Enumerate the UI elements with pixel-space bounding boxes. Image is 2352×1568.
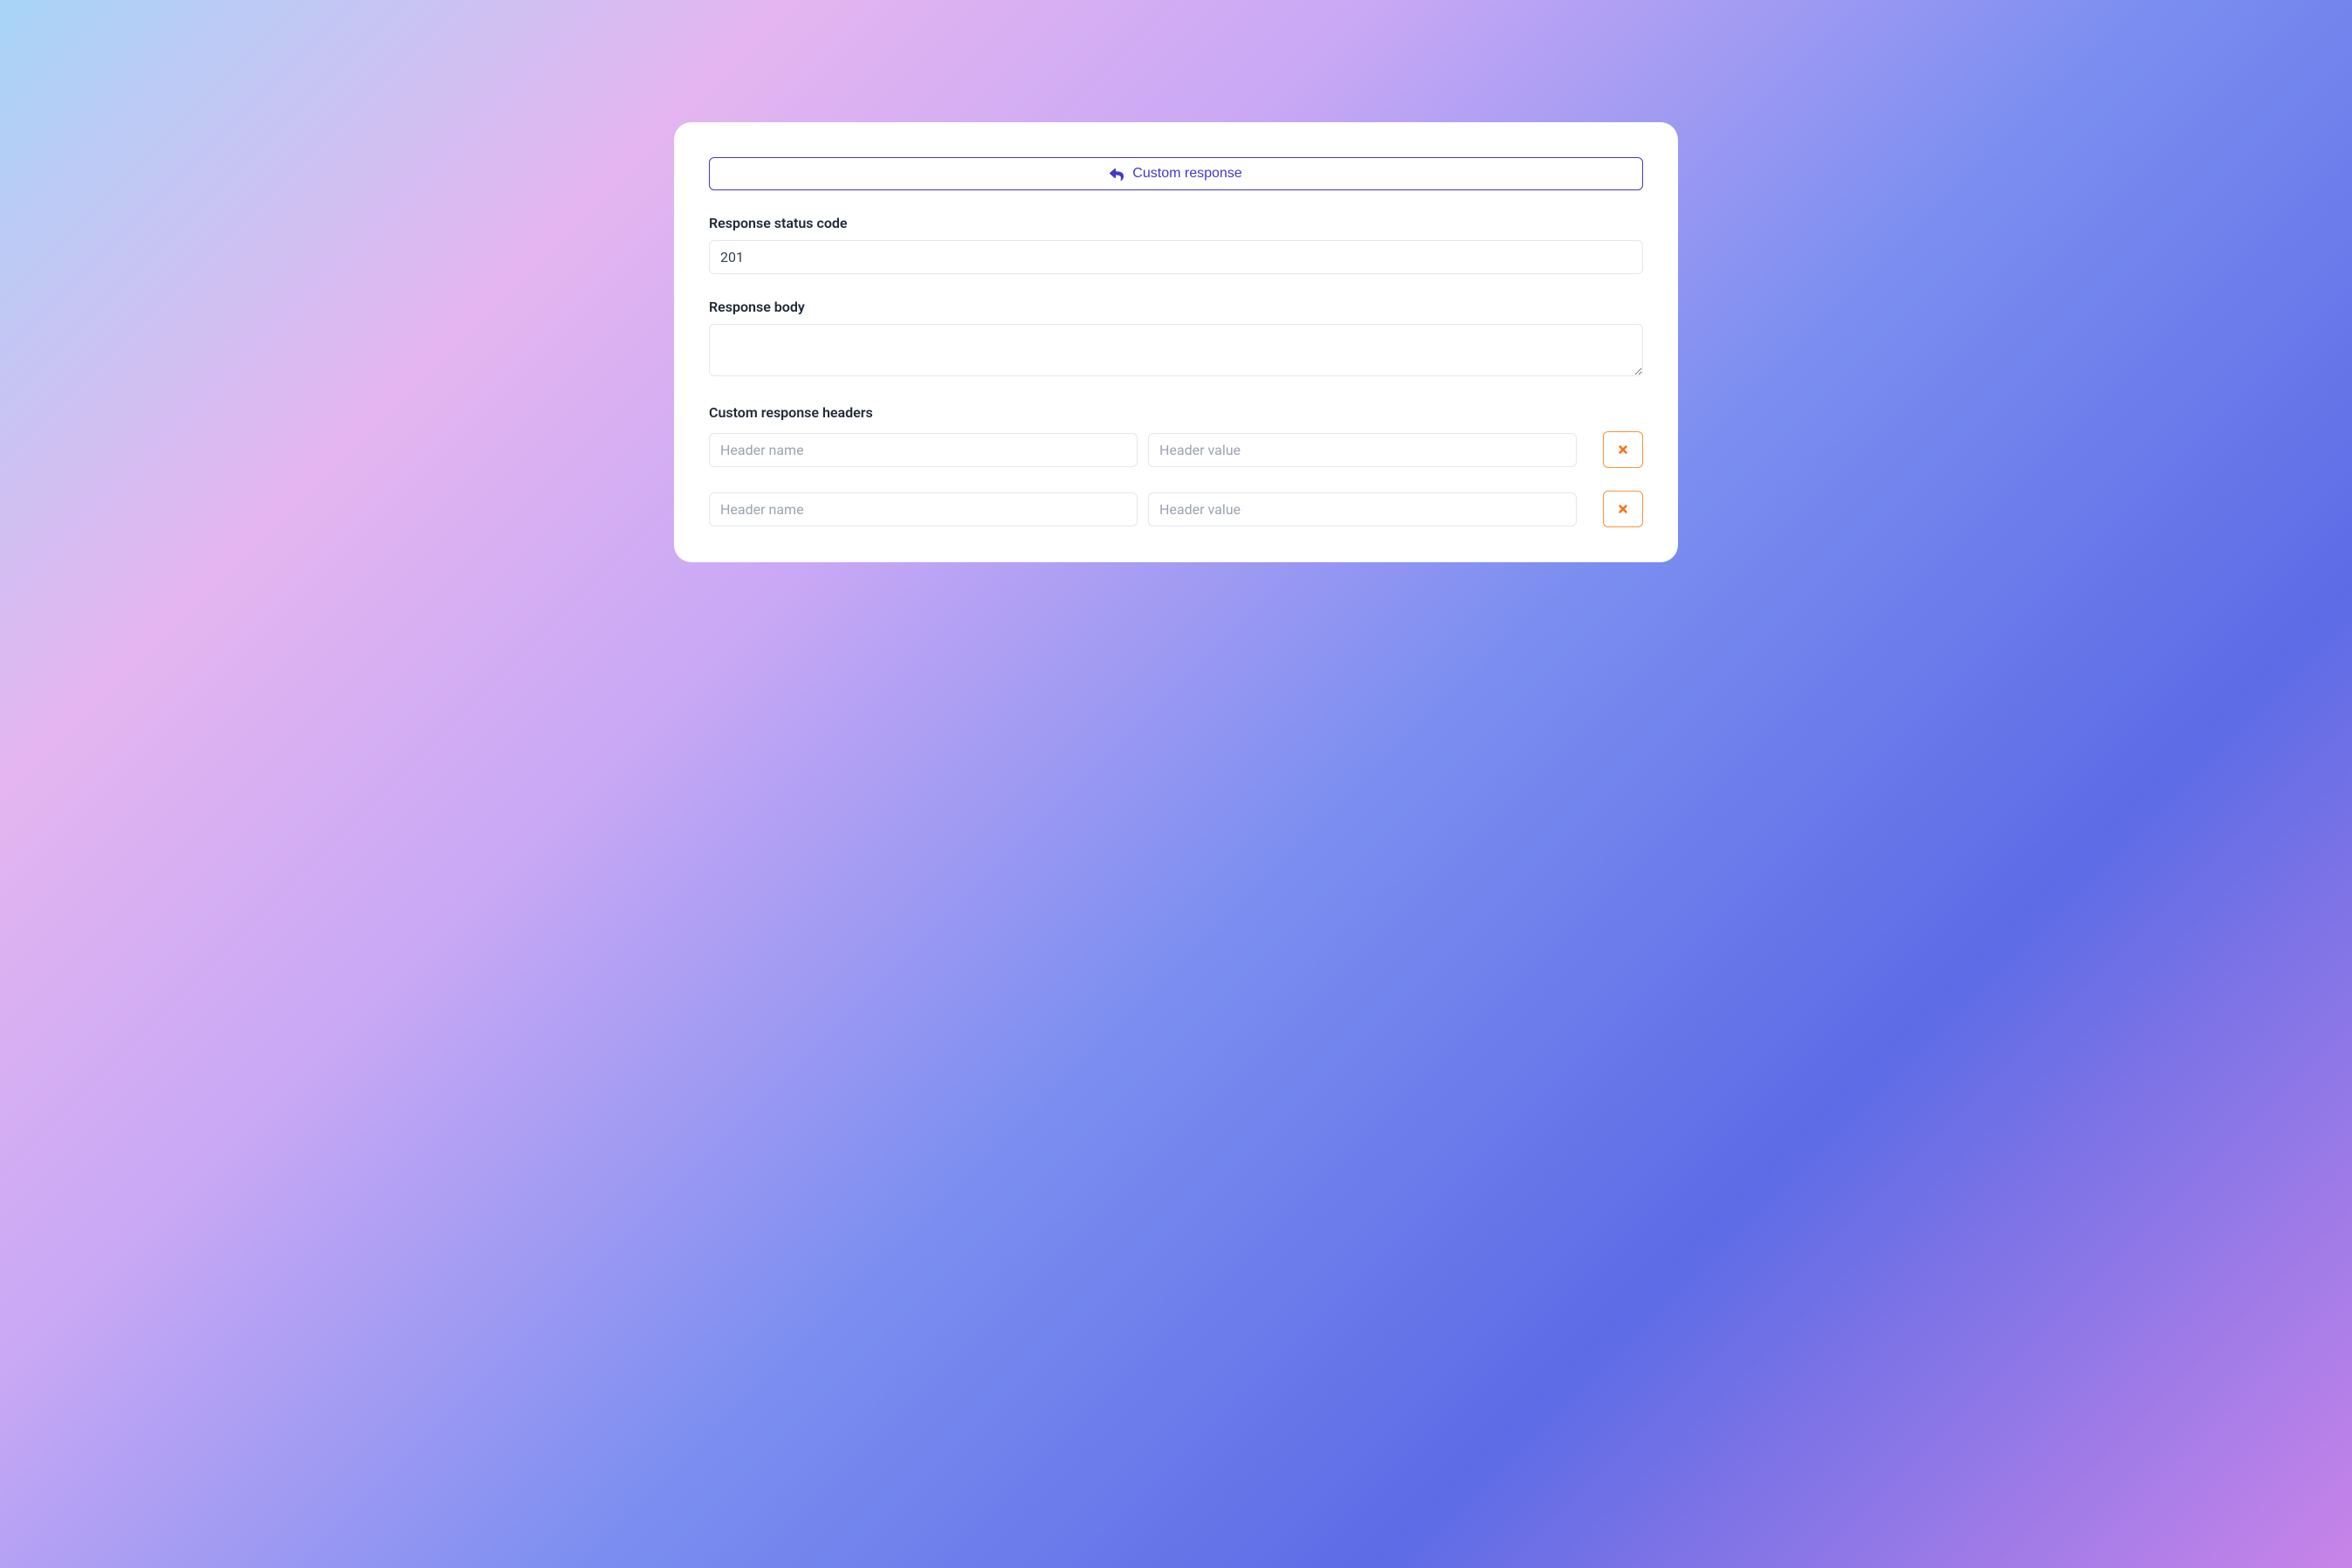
delete-header-button[interactable]: [1603, 491, 1643, 527]
close-icon: [1617, 503, 1629, 515]
close-icon: [1617, 444, 1629, 456]
header-row: [709, 431, 1643, 468]
status-code-input[interactable]: [709, 240, 1643, 274]
headers-label: Custom response headers: [709, 404, 1643, 421]
response-body-label: Response body: [709, 299, 1643, 315]
status-code-group: Response status code: [709, 215, 1643, 274]
header-name-input[interactable]: [709, 492, 1138, 526]
custom-response-button[interactable]: Custom response: [709, 157, 1643, 190]
status-code-label: Response status code: [709, 215, 1643, 231]
custom-response-label: Custom response: [1132, 166, 1241, 182]
headers-group: Custom response headers: [709, 404, 1643, 527]
response-body-textarea[interactable]: [709, 324, 1643, 376]
response-body-group: Response body: [709, 299, 1643, 380]
header-value-input[interactable]: [1148, 433, 1577, 467]
delete-header-button[interactable]: [1603, 431, 1643, 468]
reply-icon: [1110, 168, 1124, 180]
header-name-input[interactable]: [709, 433, 1138, 467]
response-config-card: Custom response Response status code Res…: [674, 122, 1678, 562]
header-value-input[interactable]: [1148, 492, 1577, 526]
header-row: [709, 491, 1643, 527]
